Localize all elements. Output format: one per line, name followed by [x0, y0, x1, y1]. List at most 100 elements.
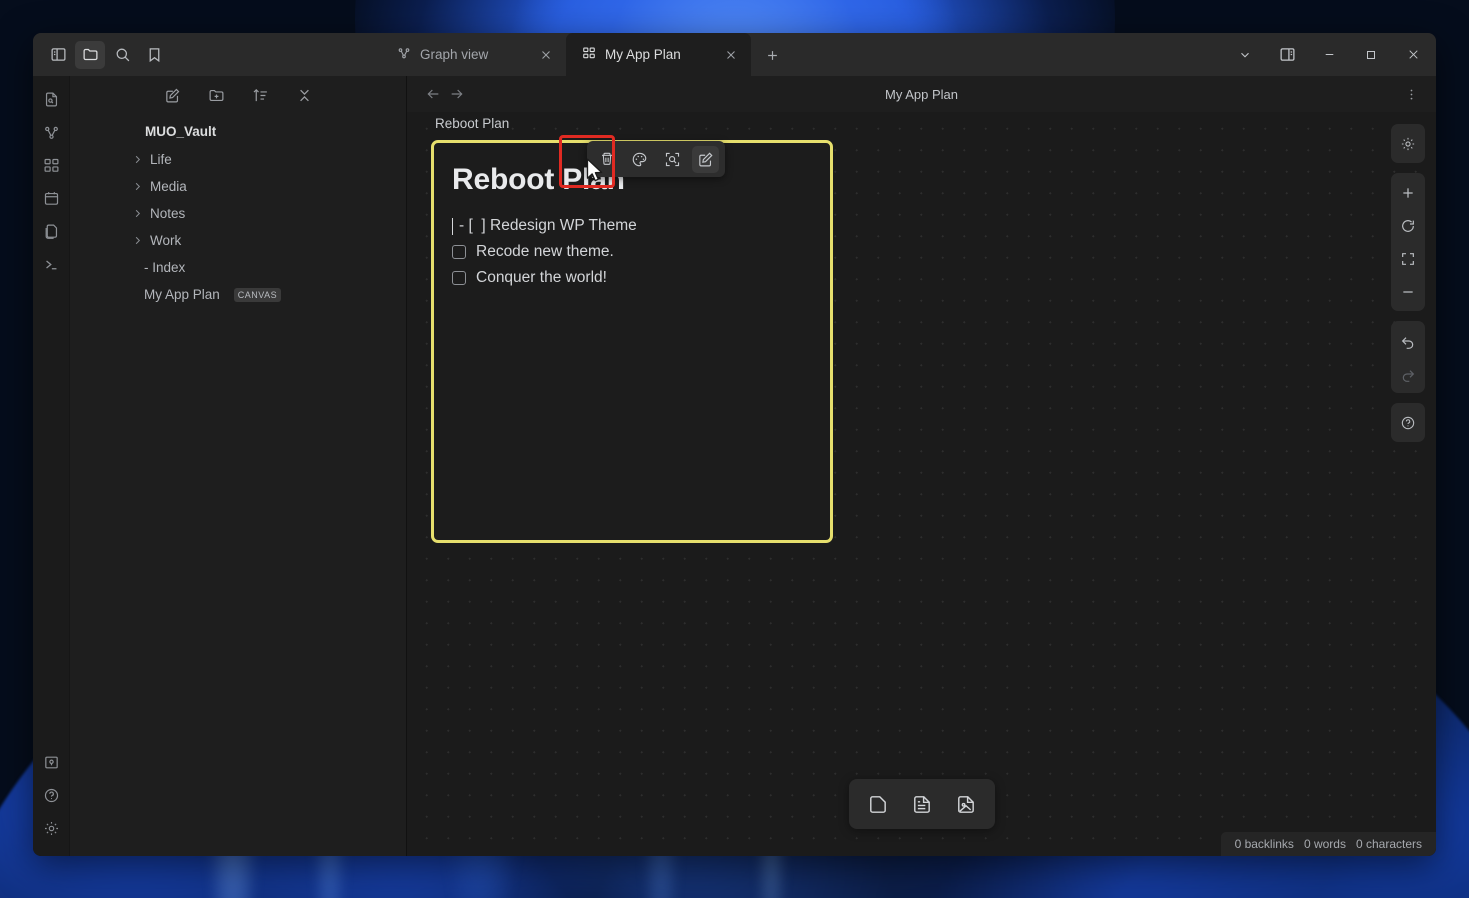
tab-close-icon[interactable]: [721, 45, 741, 65]
daily-note-calendar-icon[interactable]: [37, 183, 65, 213]
node-color-button[interactable]: [626, 146, 653, 173]
app-body: MUO_Vault Life Media Notes Work - Index …: [33, 76, 1436, 856]
open-copy-icon[interactable]: [37, 216, 65, 246]
tree-item-label: - Index: [144, 260, 186, 275]
titlebar: Graph view My App Plan: [33, 33, 1436, 76]
todo-item[interactable]: Recode new theme.: [452, 239, 812, 265]
sort-button[interactable]: [247, 82, 273, 108]
titlebar-left-tools: [33, 33, 175, 76]
tab-graph-view[interactable]: Graph view: [381, 33, 566, 76]
forward-button[interactable]: [445, 82, 469, 106]
canvas-surface[interactable]: Reboot Plan Reboot Plan - [ ] Redesign W…: [407, 112, 1436, 856]
node-toolbar: [587, 141, 725, 177]
new-tab-button[interactable]: [757, 40, 787, 70]
toggle-right-sidebar-icon[interactable]: [1266, 33, 1308, 76]
status-bar: 0 backlinks 0 words 0 characters: [1220, 832, 1436, 856]
new-note-button[interactable]: [159, 82, 185, 108]
more-options-icon[interactable]: [1398, 81, 1424, 107]
status-characters[interactable]: 0 characters: [1356, 837, 1422, 851]
terminal-icon[interactable]: [37, 249, 65, 279]
back-button[interactable]: [421, 82, 445, 106]
help-icon[interactable]: [37, 780, 65, 810]
todo-label: Recode new theme.: [476, 243, 614, 260]
checkbox-icon[interactable]: [452, 271, 466, 285]
tab-my-app-plan[interactable]: My App Plan: [566, 33, 751, 76]
tree-item-media[interactable]: Media: [70, 173, 406, 200]
todo-item-editing[interactable]: - [ ] Redesign WP Theme: [452, 213, 812, 239]
zoom-out-button[interactable]: [1391, 275, 1425, 308]
bookmark-icon[interactable]: [139, 41, 169, 69]
maximize-button[interactable]: [1350, 33, 1392, 76]
text-cursor: [452, 217, 453, 235]
edit-node-button[interactable]: [692, 145, 719, 173]
canvas-node-label: Reboot Plan: [435, 116, 510, 131]
canvas-settings-button[interactable]: [1391, 127, 1425, 160]
redo-button[interactable]: [1391, 357, 1425, 390]
tree-item-my-app-plan[interactable]: My App Plan CANVAS: [70, 281, 406, 308]
canvas-pane: My App Plan Reboot Plan Reboot Plan - […: [407, 76, 1436, 856]
tab-label: My App Plan: [605, 47, 681, 62]
tree-item-label: Notes: [150, 206, 186, 221]
canvas-add-toolbar: [848, 779, 995, 829]
canvas-history-group: [1391, 321, 1425, 393]
vault-name: MUO_Vault: [145, 124, 217, 139]
zoom-reset-button[interactable]: [1391, 209, 1425, 242]
canvas-help-group: [1391, 403, 1425, 442]
zoom-in-button[interactable]: [1391, 176, 1425, 209]
tree-item-label: Media: [150, 179, 187, 194]
tabstrip: Graph view My App Plan: [175, 33, 1224, 76]
files-icon[interactable]: [75, 40, 105, 69]
canvas-badge: CANVAS: [233, 287, 282, 302]
tree-item-work[interactable]: Work: [70, 227, 406, 254]
tree-item-notes[interactable]: Notes: [70, 200, 406, 227]
new-folder-button[interactable]: [203, 82, 229, 108]
minimize-button[interactable]: [1308, 33, 1350, 76]
add-media-button[interactable]: [949, 787, 983, 821]
delete-node-button[interactable]: [593, 146, 620, 173]
canvas-zoom-group: [1391, 173, 1425, 311]
checkbox-icon[interactable]: [452, 245, 466, 259]
chevron-right-icon: [130, 154, 144, 165]
canvas-icon: [582, 46, 596, 63]
canvas-help-button[interactable]: [1391, 406, 1425, 439]
tree-item-index[interactable]: - Index: [70, 254, 406, 281]
chevron-right-icon: [130, 235, 144, 246]
add-note-button[interactable]: [905, 787, 939, 821]
canvas-settings-group: [1391, 124, 1425, 163]
todo-raw-text: - [ ] Redesign WP Theme: [459, 217, 637, 234]
file-explorer: MUO_Vault Life Media Notes Work - Index …: [70, 76, 407, 856]
status-words[interactable]: 0 words: [1304, 837, 1346, 851]
chevron-right-icon: [130, 208, 144, 219]
vault-switcher-icon[interactable]: [37, 747, 65, 777]
tree-item-label: My App Plan: [144, 287, 220, 302]
zoom-to-node-button[interactable]: [659, 146, 686, 173]
tab-list-chevron-icon[interactable]: [1224, 33, 1266, 76]
canvas-controls: [1391, 124, 1425, 442]
tab-close-icon[interactable]: [536, 45, 556, 65]
chevron-right-icon: [130, 181, 144, 192]
settings-icon[interactable]: [37, 813, 65, 843]
collapse-all-button[interactable]: [291, 82, 317, 108]
tab-label: Graph view: [420, 47, 489, 62]
close-button[interactable]: [1392, 33, 1434, 76]
graph-view-icon[interactable]: [37, 117, 65, 147]
file-tree: MUO_Vault Life Media Notes Work - Index …: [70, 114, 406, 308]
todo-item[interactable]: Conquer the world!: [452, 265, 812, 291]
todo-label: Conquer the world!: [476, 269, 607, 286]
graph-icon: [397, 46, 411, 63]
canvas-card-reboot-plan[interactable]: Reboot Plan - [ ] Redesign WP Theme Reco…: [431, 135, 833, 543]
tree-item-life[interactable]: Life: [70, 146, 406, 173]
add-card-button[interactable]: [861, 787, 895, 821]
toggle-left-sidebar-icon[interactable]: [43, 41, 73, 69]
status-backlinks[interactable]: 0 backlinks: [1235, 837, 1294, 851]
page-title: My App Plan: [885, 86, 958, 102]
window-controls: [1224, 33, 1436, 76]
quick-switcher-icon[interactable]: [37, 84, 65, 114]
canvas-icon[interactable]: [37, 150, 65, 180]
obsidian-window: Graph view My App Plan MUO_Vault Life Me…: [33, 33, 1436, 856]
explorer-toolbar: [70, 76, 406, 114]
zoom-to-fit-button[interactable]: [1391, 242, 1425, 275]
undo-button[interactable]: [1391, 324, 1425, 357]
tree-item-label: Life: [150, 152, 172, 167]
search-icon[interactable]: [107, 41, 137, 69]
